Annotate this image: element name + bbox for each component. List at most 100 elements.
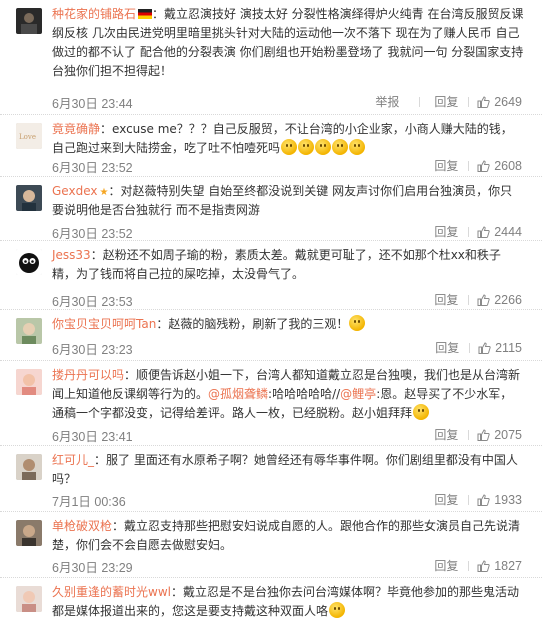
comment-body: 搂丹丹可以吗：顺便告诉赵小姐一下，台湾人都知道戴立忍是台独噢，我们也是从台湾新闻… bbox=[52, 366, 524, 423]
smile-emoji-icon bbox=[349, 315, 366, 331]
divider bbox=[469, 343, 471, 353]
username-link[interactable]: 单枪破双枪 bbox=[52, 519, 112, 533]
money-face-emoji-icon bbox=[349, 139, 366, 155]
comment-time: 7月1日 00:36 bbox=[52, 495, 126, 509]
reply-link[interactable]: 回复 bbox=[434, 95, 458, 109]
thumbs-up-icon bbox=[477, 560, 491, 572]
reply-link[interactable]: 回复 bbox=[434, 225, 458, 239]
reply-link[interactable]: 回复 bbox=[434, 293, 458, 307]
comment-body: 种花家的铺路石 ：戴立忍演技好 演技太好 分裂性格演绎得炉火纯青 在台湾反服贸反课… bbox=[52, 5, 524, 81]
money-face-emoji-icon bbox=[298, 139, 315, 155]
avatar[interactable] bbox=[16, 318, 42, 344]
money-face-emoji-icon bbox=[281, 139, 298, 155]
comment-text: ：赵薇的脑残粉，刷新了我的三观！ bbox=[156, 317, 349, 331]
comment-meta: 6月30日 23:44 举报 回复 2649 bbox=[52, 93, 524, 111]
like-count: 2444 bbox=[494, 225, 522, 239]
username-link[interactable]: 种花家的铺路石 bbox=[52, 7, 136, 21]
like-button[interactable]: 1933 bbox=[477, 493, 522, 507]
avatar[interactable]: Love bbox=[16, 123, 42, 149]
divider bbox=[468, 430, 470, 440]
comment-meta: 6月30日 23:41 回复 2075 bbox=[52, 426, 524, 444]
divider bbox=[468, 495, 470, 505]
like-button[interactable]: 2075 bbox=[477, 428, 522, 442]
username-link[interactable]: 搂丹丹可以吗 bbox=[52, 368, 124, 382]
comment-text: ：赵粉还不如周子瑜的粉，素质太差。戴就更可耻了，还不如那个杜xx和秩子精，为了钱… bbox=[52, 248, 501, 281]
report-link[interactable]: 举报 bbox=[375, 95, 399, 109]
germany-flag-icon bbox=[138, 9, 153, 19]
comment-body: 久别重逢的蓄时光wwl：戴立忍是不是台独你去问台湾媒体啊？毕竟他参加的那些鬼活动… bbox=[52, 583, 524, 621]
thumbs-up-icon bbox=[477, 96, 491, 108]
thumbs-up-icon bbox=[477, 494, 491, 506]
username-link[interactable]: Gexdex bbox=[52, 184, 97, 198]
comment-body: 红可儿_：服了 里面还有水原希子啊？她曾经还有辱华事件啊。你们剧组里都没有中国人… bbox=[52, 451, 524, 489]
username-link[interactable]: 红可儿_ bbox=[52, 453, 94, 467]
mention-link[interactable]: @鲤亭 bbox=[340, 387, 376, 401]
comment-meta: 6月30日 23:52 回复 2608 bbox=[52, 157, 524, 175]
like-button[interactable]: 1827 bbox=[477, 559, 522, 573]
comment-item: 久别重逢的蓄时光wwl：戴立忍是不是台独你去问台湾媒体啊？毕竟他参加的那些鬼活动… bbox=[0, 578, 542, 621]
comment-meta: 6月30日 23:52 回复 2444 bbox=[52, 223, 524, 241]
avatar[interactable] bbox=[16, 249, 42, 275]
comment-meta: 6月30日 23:53 回复 2266 bbox=[52, 291, 524, 309]
avatar[interactable] bbox=[16, 185, 42, 211]
username-link[interactable]: 久别重逢的蓄时光wwl bbox=[52, 585, 171, 599]
comment-meta: 7月1日 00:36 回复 1933 bbox=[52, 491, 524, 509]
comment-meta: 6月30日 23:23 回复 2115 bbox=[52, 339, 524, 357]
comment-time: 6月30日 23:23 bbox=[52, 343, 133, 357]
comment-time: 6月30日 23:41 bbox=[52, 430, 133, 444]
svg-text:Love: Love bbox=[19, 133, 36, 141]
comment-item: Gexdex ★：对赵薇特别失望 自始至终都没说到关键 网友声讨你们启用台独演员，… bbox=[0, 177, 542, 241]
comment-item: 你宝贝宝贝呵呵Tan：赵薇的脑残粉，刷新了我的三观！ 6月30日 23:23 回… bbox=[0, 310, 542, 361]
avatar[interactable] bbox=[16, 8, 42, 34]
avatar[interactable] bbox=[16, 454, 42, 480]
reply-link[interactable]: 回复 bbox=[434, 428, 458, 442]
thumbs-up-icon bbox=[477, 226, 491, 238]
comment-item: 种花家的铺路石 ：戴立忍演技好 演技太好 分裂性格演绎得炉火纯青 在台湾反服贸反课… bbox=[0, 0, 542, 115]
avatar[interactable] bbox=[16, 520, 42, 546]
comment-time: 6月30日 23:52 bbox=[52, 227, 133, 241]
comment-body: 你宝贝宝贝呵呵Tan：赵薇的脑残粉，刷新了我的三观！ bbox=[52, 315, 524, 334]
like-button[interactable]: 2608 bbox=[477, 159, 522, 173]
divider bbox=[419, 97, 421, 107]
username-link[interactable]: 你宝贝宝贝呵呵Tan bbox=[52, 317, 156, 331]
reply-link[interactable]: 回复 bbox=[435, 341, 459, 355]
comment-item: 搂丹丹可以吗：顺便告诉赵小姐一下，台湾人都知道戴立忍是台独噢，我们也是从台湾新闻… bbox=[0, 361, 542, 446]
like-button[interactable]: 2115 bbox=[478, 341, 522, 355]
reply-link[interactable]: 回复 bbox=[434, 493, 458, 507]
like-count: 1827 bbox=[494, 559, 522, 573]
mention-link[interactable]: @孤烟聋鳞 bbox=[208, 387, 268, 401]
comment-body: 竟竟确静：excuse me？？？自己反服贸，不让台湾的小企业家，小商人赚大陆的… bbox=[52, 120, 524, 158]
like-count: 1933 bbox=[494, 493, 522, 507]
comment-body: Gexdex ★：对赵薇特别失望 自始至终都没说到关键 网友声讨你们启用台独演员，… bbox=[52, 182, 524, 220]
like-count: 2608 bbox=[494, 159, 522, 173]
money-face-emoji-icon bbox=[315, 139, 332, 155]
like-button[interactable]: 2266 bbox=[477, 293, 522, 307]
comment-meta: 6月30日 23:29 回复 1827 bbox=[52, 557, 524, 575]
thumbs-up-icon bbox=[477, 160, 491, 172]
comment-time: 6月30日 23:53 bbox=[52, 295, 133, 309]
divider bbox=[468, 227, 470, 237]
wave-emoji-icon bbox=[413, 404, 430, 420]
thumbs-up-icon bbox=[477, 294, 491, 306]
avatar[interactable] bbox=[16, 369, 42, 395]
like-button[interactable]: 2444 bbox=[477, 225, 522, 239]
comment-time: 6月30日 23:29 bbox=[52, 561, 133, 575]
comment-body: 单枪破双枪：戴立忍支持那些把慰安妇说成自愿的人。跟他合作的那些女演员自己先说清楚… bbox=[52, 517, 524, 555]
reply-link[interactable]: 回复 bbox=[434, 559, 458, 573]
like-button[interactable]: 2649 bbox=[477, 95, 522, 109]
divider bbox=[468, 295, 470, 305]
divider bbox=[468, 561, 470, 571]
thumbs-up-icon bbox=[478, 342, 491, 354]
username-link[interactable]: 竟竟确静 bbox=[52, 122, 100, 136]
emoji-icon bbox=[329, 602, 346, 618]
money-face-emoji-icon bbox=[332, 139, 349, 155]
avatar[interactable] bbox=[16, 586, 42, 612]
comment-item: Love 竟竟确静：excuse me？？？自己反服贸，不让台湾的小企业家，小商… bbox=[0, 115, 542, 177]
comment-item: 单枪破双枪：戴立忍支持那些把慰安妇说成自愿的人。跟他合作的那些女演员自己先说清楚… bbox=[0, 512, 542, 578]
reply-link[interactable]: 回复 bbox=[434, 159, 458, 173]
like-count: 2115 bbox=[495, 341, 522, 355]
username-link[interactable]: Jess33 bbox=[52, 248, 91, 262]
like-count: 2266 bbox=[494, 293, 522, 307]
comment-text: ：戴立忍支持那些把慰安妇说成自愿的人。跟他合作的那些女演员自己先说清楚，你们会不… bbox=[52, 519, 521, 552]
like-count: 2649 bbox=[494, 95, 522, 109]
